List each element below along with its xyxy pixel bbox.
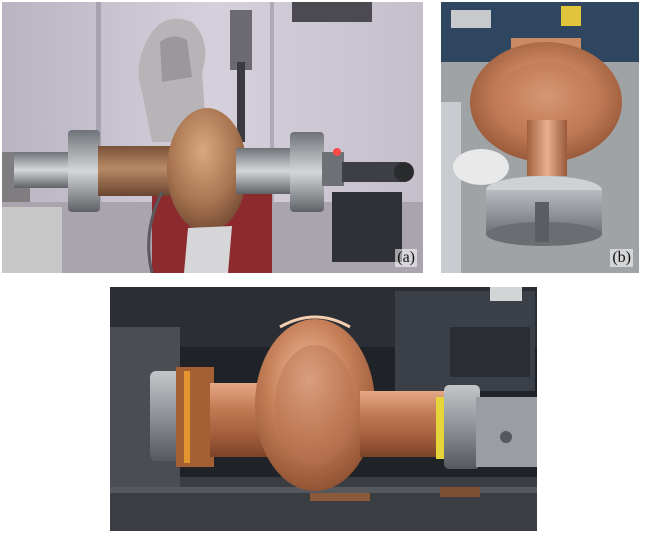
photo-b-image <box>441 2 639 273</box>
photo-a-image: J <box>2 2 423 273</box>
panel-label-a: (a) <box>395 249 417 267</box>
photo-panel-c <box>110 287 537 531</box>
photo-panel-a: J (a) <box>2 2 423 273</box>
panel-label-b: (b) <box>610 249 633 267</box>
photo-panel-b: (b) <box>441 2 639 273</box>
photo-c-image <box>110 287 537 531</box>
